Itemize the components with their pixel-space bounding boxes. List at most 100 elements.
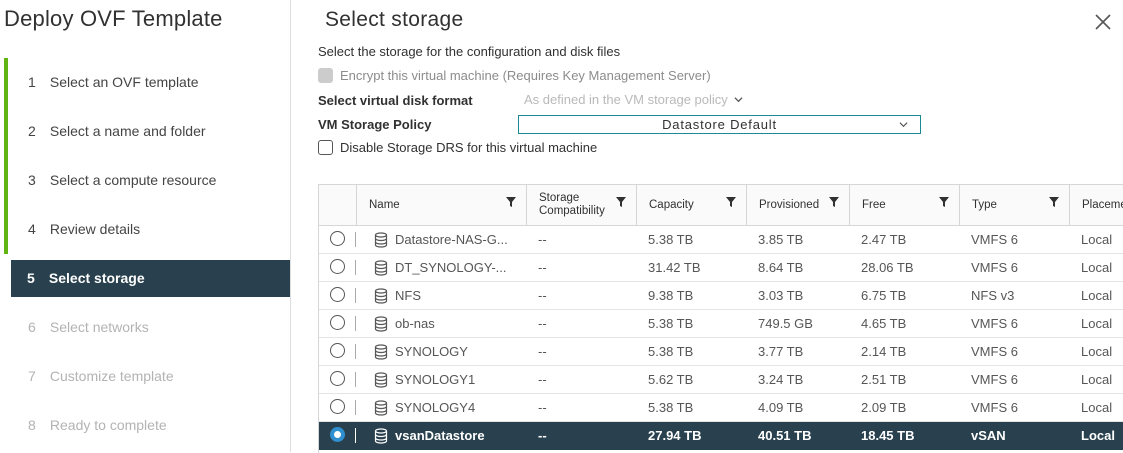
step-label: Select networks (49, 319, 149, 335)
page-description: Select the storage for the configuration… (318, 44, 621, 59)
table-body: Datastore-NAS-G... -- 5.38 TB 3.85 TB 2.… (319, 226, 1123, 450)
page-title: Select storage (325, 8, 464, 31)
table-row[interactable]: NFS -- 9.38 TB 3.03 TB 6.75 TB NFS v3 Lo… (319, 282, 1123, 310)
storage-compatibility: -- (538, 400, 547, 415)
column-label: Placeme (1082, 199, 1123, 211)
row-divider (355, 344, 356, 359)
column-header-type[interactable]: Type (959, 185, 1069, 225)
free-value: 2.09 TB (861, 400, 907, 415)
column-header-placement[interactable]: Placeme (1069, 185, 1123, 225)
row-divider (355, 428, 356, 443)
step-label: Review details (49, 221, 141, 237)
table-header: Name Storage Compatibility Capacity Prov… (319, 185, 1123, 226)
encrypt-vm-label: Encrypt this virtual machine (Requires K… (340, 68, 711, 83)
filter-icon[interactable] (506, 197, 516, 207)
main-panel: Select storage Select the storage for th… (291, 0, 1123, 453)
row-divider (355, 372, 356, 387)
row-radio[interactable] (330, 343, 345, 358)
storage-policy-select[interactable]: Datastore Default (518, 115, 921, 134)
row-radio[interactable] (330, 287, 345, 302)
provisioned-value: 3.77 TB (758, 344, 804, 359)
row-radio[interactable] (330, 231, 345, 246)
datastore-name: SYNOLOGY1 (395, 372, 476, 387)
step-number: 2 (28, 123, 36, 139)
storage-compatibility: -- (538, 260, 547, 275)
filter-icon[interactable] (939, 197, 949, 207)
step-label: Ready to complete (49, 417, 167, 433)
close-icon[interactable] (1093, 12, 1113, 32)
column-label: Storage (539, 192, 580, 204)
provisioned-value: 8.64 TB (758, 260, 804, 275)
free-value: 2.14 TB (861, 344, 907, 359)
column-header-name[interactable]: Name (356, 185, 526, 225)
table-row[interactable]: Datastore-NAS-G... -- 5.38 TB 3.85 TB 2.… (319, 226, 1123, 254)
column-header-free[interactable]: Free (849, 185, 959, 225)
wizard-step-2[interactable]: 2 Select a name and folder (0, 107, 290, 156)
type-value: VMFS 6 (971, 372, 1018, 387)
encrypt-vm-option: Encrypt this virtual machine (Requires K… (318, 68, 711, 83)
column-label: Type (972, 199, 997, 211)
placement-value: Local (1081, 400, 1113, 415)
column-label: Compatibility (539, 205, 605, 217)
wizard-step-6: 6 Select networks (0, 303, 290, 352)
table-row[interactable]: ob-nas -- 5.38 TB 749.5 GB 4.65 TB VMFS … (319, 310, 1123, 338)
storage-policy-value: Datastore Default (662, 117, 777, 132)
select-column-header (319, 185, 356, 225)
step-number: 1 (28, 74, 36, 90)
free-value: 4.65 TB (861, 316, 907, 331)
capacity-value: 27.94 TB (648, 428, 702, 443)
provisioned-value: 749.5 GB (758, 316, 813, 331)
datastore-name: NFS (395, 288, 421, 303)
column-header-capacity[interactable]: Capacity (636, 185, 746, 225)
column-header-provisioned[interactable]: Provisioned (746, 185, 849, 225)
table-row[interactable]: vsanDatastore -- 27.94 TB 40.51 TB 18.45… (319, 422, 1123, 450)
table-row[interactable]: SYNOLOGY -- 5.38 TB 3.77 TB 2.14 TB VMFS… (319, 338, 1123, 366)
row-radio[interactable] (330, 399, 345, 414)
wizard-step-5-active[interactable]: 5 Select storage (11, 260, 290, 297)
free-value: 28.06 TB (861, 260, 914, 275)
provisioned-value: 3.24 TB (758, 372, 804, 387)
placement-value: Local (1081, 428, 1115, 443)
table-row[interactable]: DT_SYNOLOGY-... -- 31.42 TB 8.64 TB 28.0… (319, 254, 1123, 282)
capacity-value: 9.38 TB (648, 288, 694, 303)
row-divider (355, 232, 356, 247)
datastore-name: ob-nas (395, 316, 435, 331)
disable-drs-checkbox[interactable] (318, 140, 333, 155)
type-value: vSAN (971, 428, 1006, 443)
wizard-step-4[interactable]: 4 Review details (0, 205, 290, 254)
row-radio[interactable] (330, 259, 345, 274)
filter-icon[interactable] (829, 197, 839, 207)
step-number: 4 (28, 221, 36, 237)
provisioned-value: 3.85 TB (758, 232, 804, 247)
type-value: VMFS 6 (971, 260, 1018, 275)
placement-value: Local (1081, 260, 1113, 275)
row-radio[interactable] (330, 371, 345, 386)
table-row[interactable]: SYNOLOGY4 -- 5.38 TB 4.09 TB 2.09 TB VMF… (319, 394, 1123, 422)
row-radio[interactable] (330, 315, 345, 330)
filter-icon[interactable] (726, 197, 736, 207)
placement-value: Local (1081, 372, 1113, 387)
filter-icon[interactable] (1049, 197, 1059, 207)
encrypt-vm-checkbox (318, 68, 333, 83)
disable-drs-option[interactable]: Disable Storage DRS for this virtual mac… (318, 140, 597, 155)
step-number: 5 (27, 270, 35, 286)
column-label: Capacity (649, 199, 694, 211)
row-radio[interactable] (330, 427, 345, 442)
type-value: VMFS 6 (971, 344, 1018, 359)
filter-icon[interactable] (616, 197, 626, 207)
step-number: 7 (28, 368, 36, 384)
datastore-table: Name Storage Compatibility Capacity Prov… (318, 184, 1123, 453)
column-label: Provisioned (759, 199, 820, 211)
disable-drs-label: Disable Storage DRS for this virtual mac… (340, 140, 598, 155)
storage-compatibility: -- (538, 232, 547, 247)
step-label: Select a name and folder (49, 123, 206, 139)
step-label: Select storage (48, 270, 145, 286)
capacity-value: 5.62 TB (648, 372, 694, 387)
storage-compatibility: -- (538, 344, 547, 359)
type-value: VMFS 6 (971, 232, 1018, 247)
wizard-step-1[interactable]: 1 Select an OVF template (0, 58, 290, 107)
column-header-compatibility[interactable]: Storage Compatibility (526, 185, 636, 225)
table-row[interactable]: SYNOLOGY1 -- 5.62 TB 3.24 TB 2.51 TB VMF… (319, 366, 1123, 394)
wizard-step-3[interactable]: 3 Select a compute resource (0, 156, 290, 205)
chevron-down-icon (899, 122, 908, 128)
